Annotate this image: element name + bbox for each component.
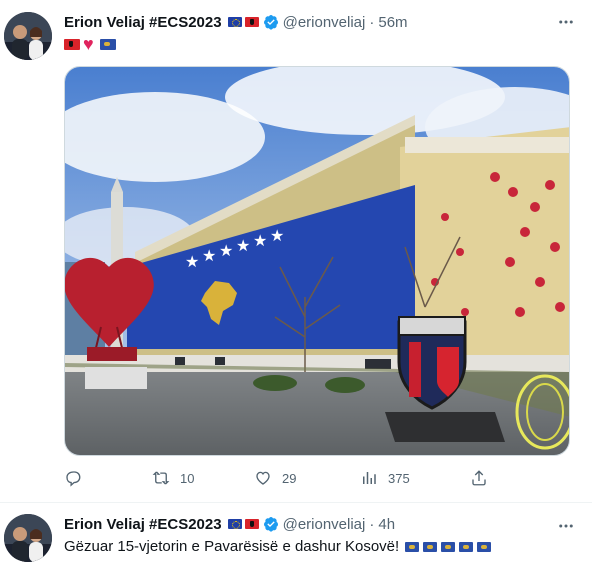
eu-flag-icon <box>227 17 242 27</box>
tweet[interactable]: Erion Veliaj #ECS2023 @erionveliaj · 56m… <box>0 0 592 500</box>
tweet-header: Erion Veliaj #ECS2023 @erionveliaj · 56m <box>64 12 408 32</box>
kosovo-flag-icon <box>423 541 438 552</box>
retweet-count: 10 <box>180 470 195 486</box>
more-options-icon[interactable] <box>554 10 578 34</box>
retweet-icon <box>152 471 170 485</box>
views-button[interactable]: 375 <box>360 469 410 487</box>
author-name[interactable]: Erion Veliaj #ECS2023 <box>64 14 222 31</box>
svg-text:★: ★ <box>185 252 199 271</box>
reply-button[interactable] <box>64 469 92 487</box>
tweet-photo[interactable]: ★ ★ ★ ★ ★ ★ <box>64 66 570 456</box>
retweet-button[interactable]: 10 <box>152 469 194 487</box>
views-count: 375 <box>388 470 410 486</box>
more-options-icon[interactable] <box>554 514 578 538</box>
svg-text:★: ★ <box>202 246 216 265</box>
like-count: 29 <box>282 470 297 486</box>
analytics-icon <box>363 472 376 484</box>
verified-badge-icon <box>263 517 278 532</box>
share-button[interactable] <box>470 469 488 487</box>
tweet-divider <box>0 502 592 503</box>
like-button[interactable]: 29 <box>254 469 296 487</box>
svg-text:★: ★ <box>270 226 284 245</box>
albania-flag-icon <box>244 17 259 27</box>
heart-outline-icon <box>256 471 270 485</box>
albania-flag-icon <box>64 38 80 50</box>
svg-text:★: ★ <box>253 231 267 250</box>
svg-text:★: ★ <box>219 241 233 260</box>
tweet-text: Gëzuar 15-vjetorin e Pavarësisë e dashur… <box>64 538 492 555</box>
albania-flag-icon <box>244 519 259 529</box>
kosovo-flag-icon <box>477 541 492 552</box>
tweet[interactable]: Erion Veliaj #ECS2023 @erionveliaj · 4h … <box>0 504 592 568</box>
kosovo-flag-icon <box>405 541 420 552</box>
red-heart-icon: ♥ <box>83 34 94 54</box>
author-handle[interactable]: @erionveliaj <box>283 14 366 31</box>
author-name[interactable]: Erion Veliaj #ECS2023 <box>64 516 222 533</box>
tweet-header: Erion Veliaj #ECS2023 @erionveliaj · 4h <box>64 514 395 534</box>
kosovo-flag-icon <box>459 541 474 552</box>
eu-flag-icon <box>227 519 242 529</box>
timestamp[interactable]: 56m <box>378 14 407 31</box>
kosovo-flag-icon <box>441 541 456 552</box>
share-icon <box>472 470 486 486</box>
separator-dot: · <box>369 515 375 533</box>
kosovo-flag-icon <box>99 38 116 50</box>
tweet-text-content: Gëzuar 15-vjetorin e Pavarësisë e dashur… <box>64 538 400 555</box>
avatar[interactable] <box>4 514 52 562</box>
tweet-actions: 10 29 375 <box>64 466 494 490</box>
verified-badge-icon <box>263 15 278 30</box>
reply-icon <box>66 471 81 487</box>
timestamp[interactable]: 4h <box>378 516 395 533</box>
avatar[interactable] <box>4 12 52 60</box>
author-handle[interactable]: @erionveliaj <box>283 516 366 533</box>
tweet-text: ♥ <box>64 34 116 54</box>
separator-dot: · <box>369 13 375 31</box>
svg-text:★: ★ <box>236 236 250 255</box>
